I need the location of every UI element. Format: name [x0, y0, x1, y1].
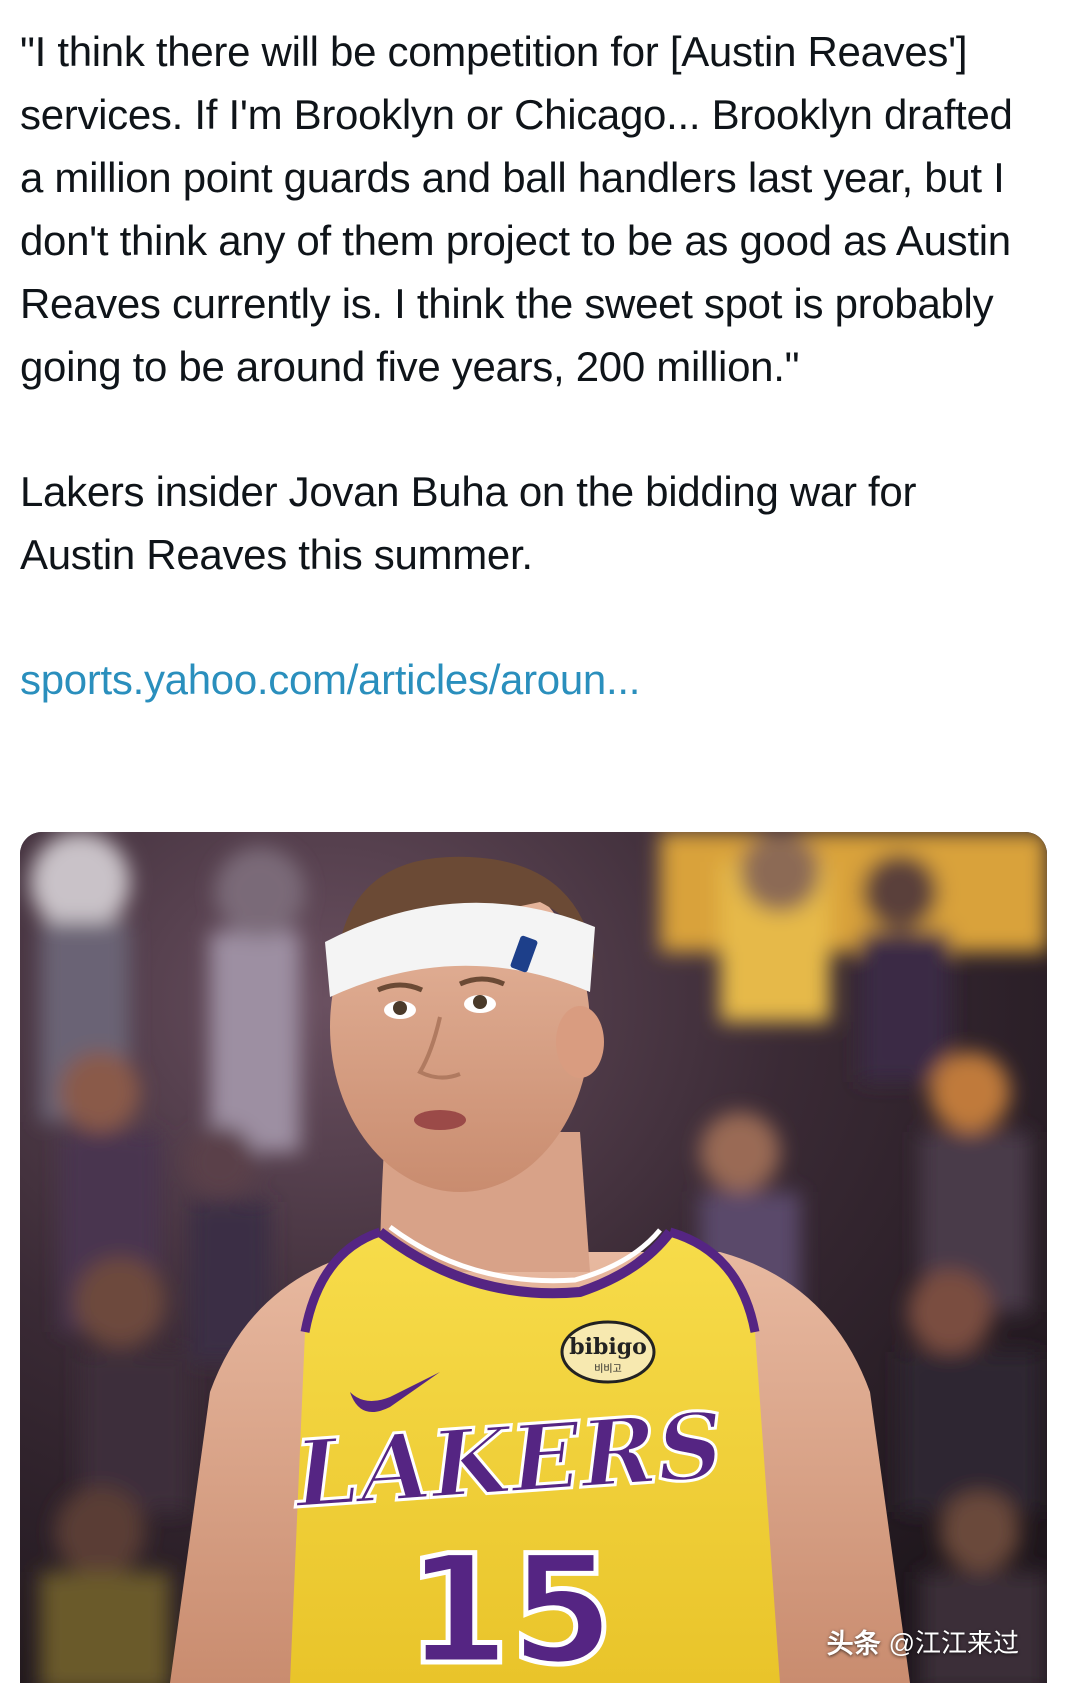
jersey-number: 15 [406, 1524, 615, 1683]
watermark-handle: @江江来过 [888, 1628, 1019, 1658]
tweet-media-image[interactable]: bibigo 비비고 LAKERS 15 头条 @江江来过 [20, 832, 1047, 1683]
article-link[interactable]: sports.yahoo.com/articles/aroun... [20, 648, 640, 711]
tweet-quote-text: "I think there will be competition for [… [20, 28, 1013, 390]
tweet-caption-text: Lakers insider Jovan Buha on the bidding… [20, 468, 917, 578]
sponsor-logo: bibigo [569, 1334, 647, 1360]
watermark-brand: 头条 [826, 1629, 881, 1659]
svg-text:비비고: 비비고 [594, 1363, 622, 1375]
toutiao-watermark: 头条 @江江来过 [827, 1622, 1019, 1661]
tweet-body: "I think there will be competition for [… [20, 20, 1020, 711]
player-photo: bibigo 비비고 LAKERS 15 [20, 832, 1047, 1683]
